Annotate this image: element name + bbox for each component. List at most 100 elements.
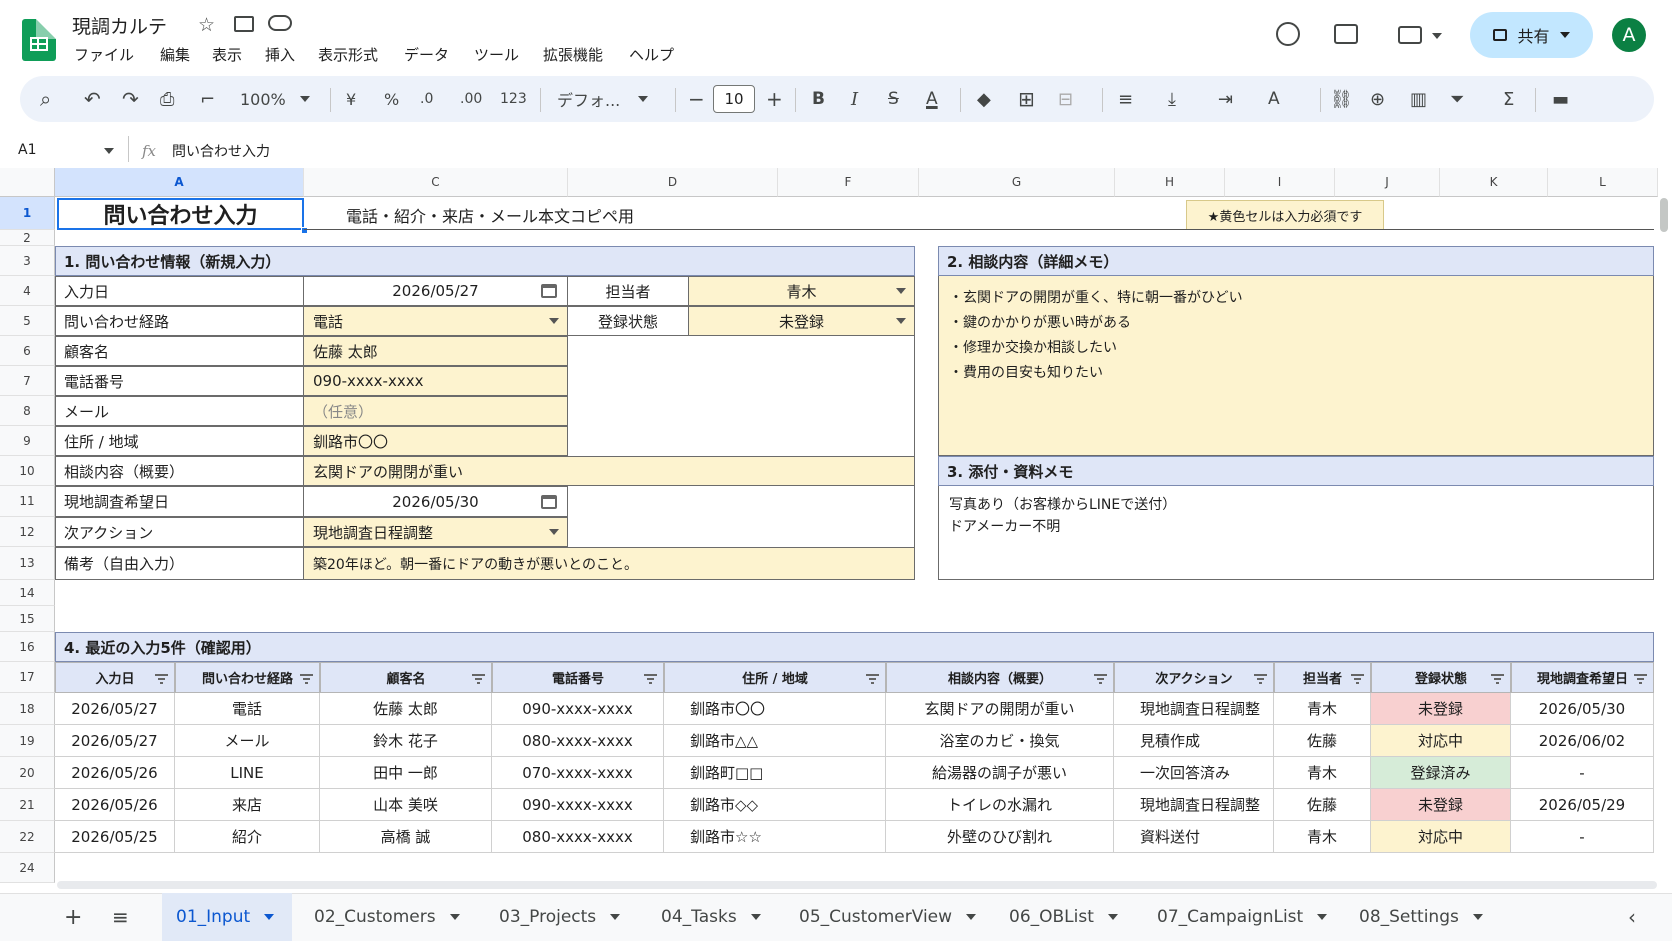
status-badge[interactable]: 未登録 xyxy=(1371,789,1511,821)
row-header[interactable]: 18 xyxy=(0,693,55,725)
row-header[interactable]: 12 xyxy=(0,517,55,547)
table-cell[interactable]: 2026/05/29 xyxy=(1511,789,1654,821)
filter-icon[interactable] xyxy=(472,674,485,684)
decrease-decimal-button[interactable]: .0 xyxy=(420,76,433,122)
menu-tools[interactable]: ツール xyxy=(474,44,519,65)
table-cell[interactable]: 釧路町□□ xyxy=(664,757,886,789)
table-cell[interactable]: 浴室のカビ・換気 xyxy=(886,725,1114,757)
status-badge[interactable]: 対応中 xyxy=(1371,725,1511,757)
row-header[interactable]: 21 xyxy=(0,789,55,821)
scroll-tabs-left-icon[interactable]: ‹ xyxy=(1628,893,1636,941)
table-cell[interactable]: 釧路市☆☆ xyxy=(664,821,886,853)
table-cell[interactable]: 青木 xyxy=(1274,757,1371,789)
table-cell[interactable]: 2026/05/30 xyxy=(1511,693,1654,725)
sheet-title-cell[interactable]: 問い合わせ入力 xyxy=(57,198,304,230)
subtitle-cell[interactable]: 電話・紹介・来店・メール本文コピペ用 xyxy=(346,203,634,227)
tab-03-projects[interactable]: 03_Projects xyxy=(499,893,621,941)
table-header[interactable]: 顧客名 xyxy=(320,662,492,693)
strikethrough-icon[interactable]: S xyxy=(888,76,899,122)
customer-name-input[interactable]: 佐藤 太郎 xyxy=(303,336,568,366)
menu-extensions[interactable]: 拡張機能 xyxy=(543,44,603,65)
column-header-c[interactable]: C xyxy=(304,168,568,197)
row-header[interactable]: 19 xyxy=(0,725,55,757)
sheets-logo[interactable] xyxy=(22,19,56,61)
row-header[interactable]: 2 xyxy=(0,230,55,246)
row-header[interactable]: 4 xyxy=(0,276,55,306)
table-cell[interactable]: 現地調査日程調整 xyxy=(1114,789,1274,821)
table-header[interactable]: 電話番号 xyxy=(492,662,664,693)
status-badge[interactable]: 登録済み xyxy=(1371,757,1511,789)
table-cell[interactable]: 080-xxxx-xxxx xyxy=(492,821,664,853)
table-cell[interactable]: 紹介 xyxy=(175,821,320,853)
text-wrap-icon[interactable]: ⇥ xyxy=(1218,76,1233,122)
filter-icon[interactable] xyxy=(1351,674,1364,684)
search-icon[interactable]: ⌕ xyxy=(40,76,51,122)
table-header[interactable]: 担当者 xyxy=(1274,662,1371,693)
table-cell[interactable]: - xyxy=(1511,757,1654,789)
table-cell[interactable]: 見積作成 xyxy=(1114,725,1274,757)
row-header[interactable]: 5 xyxy=(0,306,55,336)
table-cell[interactable]: メール xyxy=(175,725,320,757)
tab-04-tasks[interactable]: 04_Tasks xyxy=(661,893,761,941)
share-button[interactable]: 共有 xyxy=(1470,12,1593,58)
email-input[interactable]: （任意） xyxy=(303,396,568,426)
filter-icon[interactable] xyxy=(1634,674,1647,684)
font-size-minus-icon[interactable]: − xyxy=(688,76,705,122)
date-input[interactable]: 2026/05/27 xyxy=(303,276,568,306)
next-action-select[interactable]: 現地調査日程調整 xyxy=(303,517,568,547)
filter-icon[interactable] xyxy=(866,674,879,684)
row-header[interactable]: 22 xyxy=(0,821,55,853)
row-header[interactable]: 14 xyxy=(0,580,55,606)
calendar-icon[interactable] xyxy=(541,494,557,509)
borders-icon[interactable]: ⊞ xyxy=(1018,76,1035,122)
vertical-scrollbar[interactable] xyxy=(1660,198,1668,232)
table-cell[interactable]: 玄関ドアの開閉が重い xyxy=(886,693,1114,725)
table-cell[interactable]: 田中 一郎 xyxy=(320,757,492,789)
table-cell[interactable]: 鈴木 花子 xyxy=(320,725,492,757)
table-cell[interactable]: 2026/05/27 xyxy=(55,693,175,725)
table-cell[interactable]: 一次回答済み xyxy=(1114,757,1274,789)
cloud-status-icon[interactable] xyxy=(268,15,292,31)
table-cell[interactable]: 資料送付 xyxy=(1114,821,1274,853)
filter-icon[interactable] xyxy=(1491,674,1504,684)
column-header-j[interactable]: J xyxy=(1335,168,1440,197)
table-cell[interactable]: トイレの水漏れ xyxy=(886,789,1114,821)
menu-data[interactable]: データ xyxy=(404,44,449,65)
tab-07-campaignlist[interactable]: 07_CampaignList xyxy=(1157,893,1328,941)
row-header[interactable]: 8 xyxy=(0,396,55,426)
column-header-f[interactable]: F xyxy=(778,168,919,197)
meet-icon[interactable] xyxy=(1398,26,1422,44)
required-note[interactable]: ★黄色セルは入力必須です xyxy=(1186,200,1384,230)
channel-select[interactable]: 電話 xyxy=(303,306,568,336)
chevron-down-icon[interactable] xyxy=(104,148,114,154)
filter-icon[interactable] xyxy=(1094,674,1107,684)
select-all-corner[interactable] xyxy=(0,168,55,197)
table-cell[interactable]: 2026/05/27 xyxy=(55,725,175,757)
filter-icon[interactable] xyxy=(1254,674,1267,684)
font-select[interactable]: デフォ... xyxy=(557,76,649,122)
filter-icon[interactable] xyxy=(155,674,168,684)
menu-edit[interactable]: 編集 xyxy=(160,44,190,65)
menu-help[interactable]: ヘルプ xyxy=(629,44,674,65)
table-cell[interactable]: 佐藤 xyxy=(1274,789,1371,821)
zoom-select[interactable]: 100% xyxy=(240,76,310,122)
status-select[interactable]: 未登録 xyxy=(688,306,915,336)
font-size-plus-icon[interactable]: + xyxy=(766,76,783,122)
row-header[interactable]: 16 xyxy=(0,632,55,662)
table-cell[interactable]: 090-xxxx-xxxx xyxy=(492,693,664,725)
column-header-g[interactable]: G xyxy=(919,168,1115,197)
table-cell[interactable]: 090-xxxx-xxxx xyxy=(492,789,664,821)
paint-format-icon[interactable]: ⌐ xyxy=(200,76,215,122)
table-cell[interactable]: 現地調査日程調整 xyxy=(1114,693,1274,725)
row-header[interactable]: 17 xyxy=(0,662,55,693)
input-tools-icon[interactable]: ▬ xyxy=(1552,76,1569,122)
italic-icon[interactable]: I xyxy=(851,76,858,122)
row-header[interactable]: 24 xyxy=(0,853,55,883)
add-sheet-icon[interactable]: + xyxy=(64,893,82,941)
table-header[interactable]: 住所 / 地域 xyxy=(664,662,886,693)
phone-input[interactable]: 090-xxxx-xxxx xyxy=(303,366,568,396)
menu-insert[interactable]: 挿入 xyxy=(265,44,295,65)
table-cell[interactable]: 外壁のひび割れ xyxy=(886,821,1114,853)
address-input[interactable]: 釧路市〇〇 xyxy=(303,426,568,456)
text-rotation-icon[interactable]: A xyxy=(1268,76,1280,122)
